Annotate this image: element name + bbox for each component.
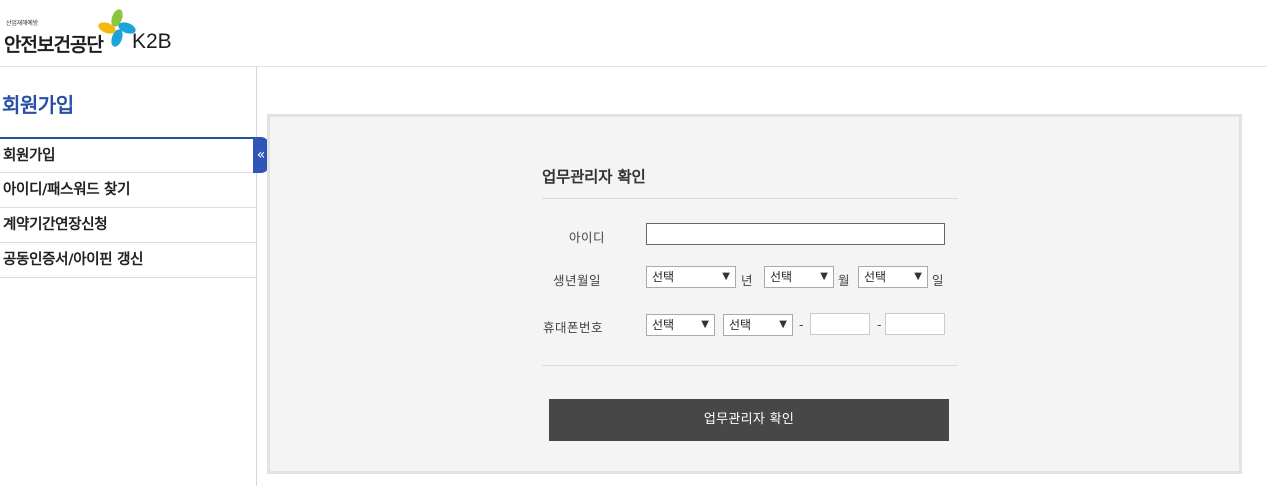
birth-day-value: 선택 [864, 270, 887, 284]
phone-middle-input[interactable] [810, 313, 870, 335]
chevron-down-icon: ▼ [779, 319, 787, 330]
birth-year-value: 선택 [652, 270, 675, 284]
sidebar-menu: 회원가입 아이디/패스워드 찾기 계약기간연장신청 공동인증서/아이핀 갱신 [0, 137, 256, 278]
logo-tagline: 산업재해예방 [6, 20, 38, 27]
chevron-down-icon: ▼ [701, 319, 709, 330]
day-unit: 일 [932, 273, 944, 288]
phone-prefix-value: 선택 [652, 318, 675, 332]
double-chevron-left-icon: « [256, 147, 266, 163]
sidebar-item-signup[interactable]: 회원가입 [0, 137, 256, 173]
manager-verify-panel: 업무관리자 확인 아이디 생년월일 선택 ▼ 년 선택 ▼ 월 선택 ▼ 일 휴… [267, 114, 1242, 474]
verify-manager-button[interactable]: 업무관리자 확인 [549, 399, 949, 441]
chevron-down-icon: ▼ [722, 271, 730, 282]
phone-last-input[interactable] [885, 313, 945, 335]
phone-dash: - [877, 317, 882, 332]
phone-prefix-select[interactable]: 선택 ▼ [646, 314, 715, 336]
chevron-down-icon: ▼ [914, 271, 922, 282]
year-unit: 년 [741, 273, 753, 288]
logo-k2b: K2B [132, 30, 172, 53]
sidebar-item-find-id-password[interactable]: 아이디/패스워드 찾기 [0, 173, 256, 208]
cross-logo-icon [98, 9, 136, 47]
logo-org-name: 안전보건공단 [4, 34, 104, 56]
sidebar-title: 회원가입 [2, 93, 74, 117]
id-label: 아이디 [569, 230, 606, 245]
divider [542, 365, 958, 366]
phone-carrier-select[interactable]: 선택 ▼ [723, 314, 793, 336]
sidebar: 회원가입 회원가입 아이디/패스워드 찾기 계약기간연장신청 공동인증서/아이핀… [0, 67, 257, 486]
phone-dash: - [799, 317, 804, 332]
birth-year-select[interactable]: 선택 ▼ [646, 266, 736, 288]
birth-month-value: 선택 [770, 270, 793, 284]
sidebar-item-certificate-renewal[interactable]: 공동인증서/아이핀 갱신 [0, 243, 256, 278]
month-unit: 월 [838, 273, 850, 288]
id-input[interactable] [646, 223, 945, 245]
chevron-down-icon: ▼ [820, 271, 828, 282]
phone-carrier-value: 선택 [729, 318, 752, 332]
site-header: 산업재해예방 안전보건공단 K2B [0, 0, 1267, 67]
phone-label: 휴대폰번호 [543, 320, 604, 335]
birth-month-select[interactable]: 선택 ▼ [764, 266, 834, 288]
form-title: 업무관리자 확인 [542, 168, 646, 186]
birthdate-label: 생년월일 [553, 273, 602, 288]
kosha-logo[interactable]: 산업재해예방 안전보건공단 K2B [4, 8, 184, 58]
sidebar-item-contract-extension[interactable]: 계약기간연장신청 [0, 208, 256, 243]
divider [542, 198, 958, 199]
birth-day-select[interactable]: 선택 ▼ [858, 266, 928, 288]
